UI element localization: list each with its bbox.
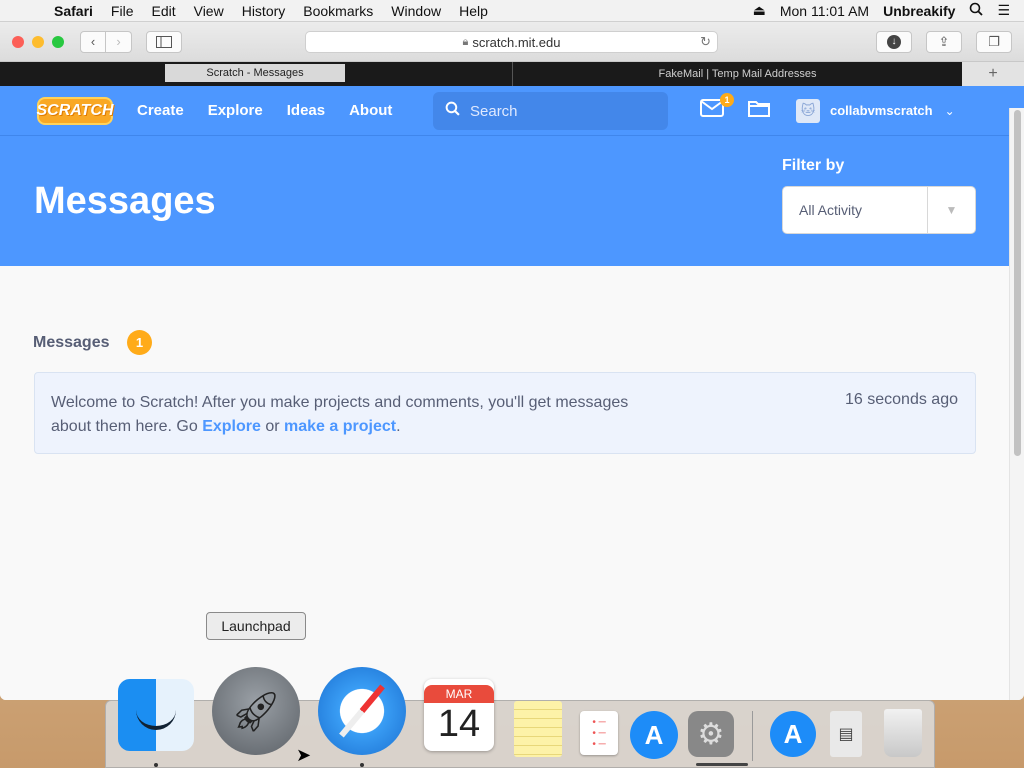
downloads-button[interactable]: ↓	[876, 31, 912, 53]
minimize-window-button[interactable]	[32, 35, 44, 48]
menu-safari[interactable]: Safari	[54, 3, 93, 19]
menu-help[interactable]: Help	[459, 3, 488, 19]
chevron-right-icon: ›	[116, 34, 121, 49]
message-text-after: .	[396, 418, 401, 435]
menu-history[interactable]: History	[242, 3, 286, 19]
messages-button[interactable]: 1	[700, 92, 734, 123]
my-stuff-button[interactable]	[748, 99, 770, 122]
safari-toolbar: ‹ › 🔒︎ scratch.mit.edu ↻ ↓ ⇪ ❐	[0, 22, 1024, 62]
zoom-window-button[interactable]	[52, 35, 64, 48]
messages-content: Messages 1 Welcome to Scratch! After you…	[0, 266, 1009, 700]
calendar-month: MAR	[424, 684, 494, 703]
tab-overview-button[interactable]: ❐	[976, 31, 1012, 53]
new-tab-button[interactable]: +	[962, 62, 1024, 86]
filter-label: Filter by	[782, 157, 845, 174]
menu-edit[interactable]: Edit	[151, 3, 175, 19]
menu-file[interactable]: File	[111, 3, 134, 19]
messages-badge: 1	[720, 92, 734, 107]
reload-icon[interactable]: ↻	[700, 34, 711, 50]
launchpad-icon[interactable]: 🚀︎	[212, 667, 300, 755]
back-button[interactable]: ‹	[80, 30, 106, 53]
calendar-day: 14	[437, 702, 481, 745]
url-text: scratch.mit.edu	[472, 34, 561, 50]
search-input[interactable]: Search	[433, 92, 668, 130]
sidebar-icon	[156, 35, 172, 48]
scratch-logo[interactable]: SCRATCH	[36, 96, 114, 125]
tab-scratch-messages[interactable]: Scratch - Messages	[165, 64, 345, 82]
page-scrollbar[interactable]	[1009, 108, 1024, 700]
folder-icon	[748, 101, 770, 117]
tabs-icon: ❐	[988, 34, 1000, 49]
filter-value: All Activity	[799, 202, 863, 218]
chevron-left-icon: ‹	[90, 34, 96, 49]
explore-link[interactable]: Explore	[202, 418, 261, 435]
mouse-cursor-icon: ➤	[296, 745, 312, 765]
finder-icon[interactable]	[118, 679, 194, 751]
tab-fakemail[interactable]: FakeMail | Temp Mail Addresses	[512, 62, 962, 86]
username[interactable]: collabvmscratch	[830, 103, 933, 118]
message-text-middle: or	[260, 418, 285, 435]
dock: 🚀︎ MAR 14 • ─ • ─ • ─ A ⚙ A ▤	[105, 667, 935, 768]
menu-view[interactable]: View	[194, 3, 224, 19]
nav-ideas[interactable]: Ideas	[287, 102, 325, 119]
search-icon	[445, 101, 460, 121]
notes-icon[interactable]	[514, 701, 562, 757]
dock-tooltip: Launchpad	[206, 612, 306, 640]
nav-about[interactable]: About	[349, 102, 392, 119]
page-title: Messages	[34, 180, 216, 222]
app-store-download-icon[interactable]: A	[770, 711, 816, 757]
disk-image-icon[interactable]: ▤	[830, 711, 862, 757]
sidebar-toggle-button[interactable]	[146, 30, 182, 53]
dock-divider	[752, 711, 753, 761]
dock-scroll-indicator	[696, 763, 748, 766]
messages-header: Messages Filter by All Activity ▼	[0, 136, 1009, 266]
filter-select[interactable]: All Activity ▼	[782, 186, 976, 234]
menu-window[interactable]: Window	[391, 3, 441, 19]
search-placeholder: Search	[470, 102, 518, 120]
eject-icon[interactable]: ⏏	[753, 2, 766, 19]
menubar-clock[interactable]: Mon 11:01 AM	[780, 3, 869, 19]
running-indicator	[154, 763, 158, 767]
window-controls	[12, 35, 64, 48]
scrollbar-thumb[interactable]	[1014, 110, 1021, 456]
lock-icon: 🔒︎	[462, 35, 469, 48]
share-icon: ⇪	[938, 34, 950, 49]
running-indicator	[360, 763, 364, 767]
download-icon: ↓	[887, 35, 901, 49]
system-preferences-icon[interactable]: ⚙	[688, 711, 734, 757]
close-window-button[interactable]	[12, 35, 24, 48]
tab-bar: Scratch - Messages FakeMail | Temp Mail …	[0, 62, 1024, 86]
notification-center-icon[interactable]: ☰	[997, 2, 1010, 19]
menu-bar: Safari File Edit View History Bookmarks …	[0, 0, 1024, 22]
section-title: Messages	[33, 334, 110, 351]
menu-bookmarks[interactable]: Bookmarks	[303, 3, 373, 19]
app-store-icon[interactable]: A	[630, 711, 678, 759]
safari-icon[interactable]	[318, 667, 406, 755]
history-nav: ‹ ›	[80, 30, 132, 53]
message-text: Welcome to Scratch! After you make proje…	[51, 391, 671, 439]
spotlight-search-icon[interactable]	[969, 2, 984, 19]
avatar[interactable]: 🐱︎	[796, 98, 820, 123]
share-button[interactable]: ⇪	[926, 31, 962, 53]
address-bar[interactable]: 🔒︎ scratch.mit.edu ↻	[305, 31, 718, 53]
nav-create[interactable]: Create	[137, 102, 184, 119]
calendar-icon[interactable]: MAR 14	[424, 679, 494, 751]
chevron-down-icon[interactable]: ⌄	[945, 104, 955, 118]
dropdown-arrow-icon: ▼	[927, 187, 975, 233]
reminders-icon[interactable]: • ─ • ─ • ─	[580, 711, 618, 755]
make-project-link[interactable]: make a project	[284, 418, 396, 435]
message-timestamp: 16 seconds ago	[845, 391, 958, 408]
scratch-navbar: SCRATCH Create Explore Ideas About Searc…	[0, 86, 1024, 136]
message-card: Welcome to Scratch! After you make proje…	[34, 372, 976, 454]
menubar-user[interactable]: Unbreakify	[883, 3, 955, 19]
nav-explore[interactable]: Explore	[208, 102, 263, 119]
safari-window: ‹ › 🔒︎ scratch.mit.edu ↻ ↓ ⇪ ❐ Scratch -…	[0, 22, 1024, 700]
message-count-badge: 1	[127, 330, 152, 355]
trash-icon[interactable]	[884, 709, 922, 757]
forward-button[interactable]: ›	[106, 30, 132, 53]
